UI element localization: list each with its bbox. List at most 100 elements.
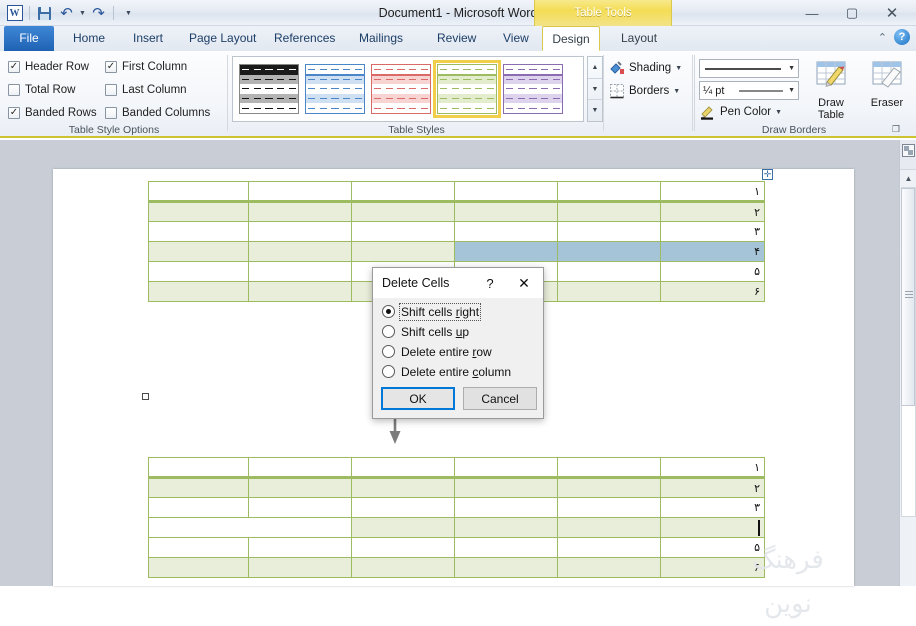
- chevron-down-icon[interactable]: ▼: [675, 65, 682, 72]
- table-row[interactable]: ۳: [148, 221, 765, 242]
- chevron-down-icon[interactable]: ▼: [775, 109, 782, 116]
- table-cell[interactable]: [454, 537, 558, 558]
- table-cell[interactable]: [248, 221, 352, 242]
- table-cell[interactable]: [148, 497, 249, 518]
- checkbox-header-row[interactable]: Header Row: [8, 61, 89, 73]
- line-weight-combo[interactable]: ¼ pt ▼: [699, 81, 799, 100]
- table-style-thumb-red[interactable]: [371, 64, 431, 114]
- table-row[interactable]: ۵: [148, 537, 765, 558]
- table-cell[interactable]: [557, 261, 661, 282]
- vertical-scrollbar[interactable]: ▲: [899, 140, 916, 586]
- checkbox-total-row[interactable]: Total Row: [8, 84, 76, 96]
- table-cell[interactable]: [351, 557, 455, 578]
- ok-button[interactable]: OK: [381, 387, 455, 410]
- table-cell[interactable]: [454, 497, 558, 518]
- row-number-cell[interactable]: ۲: [660, 477, 765, 498]
- table-cell[interactable]: [557, 537, 661, 558]
- checkbox-last-column[interactable]: Last Column: [105, 84, 187, 96]
- table-cell[interactable]: [148, 557, 249, 578]
- table-styles-gallery[interactable]: [232, 56, 584, 122]
- select-browse-object-button[interactable]: [900, 140, 916, 170]
- radio-delete-entire-row[interactable]: Delete entire row: [382, 342, 511, 361]
- table-cell[interactable]: [557, 201, 661, 222]
- table-cell[interactable]: [454, 201, 558, 222]
- table-row-shifted[interactable]: [148, 517, 765, 538]
- table-cell[interactable]: [454, 457, 558, 479]
- table-cell[interactable]: [557, 457, 661, 479]
- table-style-thumb-blue[interactable]: [305, 64, 365, 114]
- table-row-selected[interactable]: ۴: [148, 241, 765, 262]
- pen-color-button[interactable]: Pen Color ▼: [700, 104, 782, 120]
- draw-borders-dialog-launcher[interactable]: ❐: [892, 124, 900, 135]
- table-cell[interactable]: [557, 557, 661, 578]
- table-cell[interactable]: [248, 201, 352, 222]
- table-cell[interactable]: [351, 201, 455, 222]
- table-row[interactable]: ۲: [148, 201, 765, 222]
- table-style-thumb-plain-black[interactable]: [239, 64, 299, 114]
- borders-button[interactable]: Borders ▼: [609, 83, 680, 99]
- chevron-down-icon[interactable]: ▼: [785, 65, 795, 72]
- table-cell[interactable]: [557, 517, 661, 538]
- gallery-more-icon[interactable]: ▼: [588, 100, 602, 121]
- row-number-cell[interactable]: ۳: [660, 221, 765, 242]
- cancel-button[interactable]: Cancel: [463, 387, 537, 410]
- row-number-cell[interactable]: ۶: [660, 281, 765, 302]
- table-style-thumb-purple[interactable]: [503, 64, 563, 114]
- table-row[interactable]: ۱: [148, 457, 765, 479]
- tab-view[interactable]: View: [492, 26, 540, 51]
- table-cell[interactable]: [351, 497, 455, 518]
- delete-cells-dialog[interactable]: Delete Cells ? ✕ Shift cells right Shift…: [372, 267, 544, 419]
- row-number-cell[interactable]: ۱: [660, 457, 765, 479]
- selected-cell[interactable]: [557, 241, 661, 262]
- table-cell[interactable]: [148, 261, 249, 282]
- row-number-cell[interactable]: ۴: [660, 241, 765, 262]
- close-button[interactable]: ✕: [872, 1, 912, 25]
- gallery-scroll-up-icon[interactable]: ▲: [588, 57, 602, 79]
- row-number-cell[interactable]: ۱: [660, 181, 765, 203]
- table-cell[interactable]: [148, 537, 249, 558]
- table-cell[interactable]: [248, 537, 352, 558]
- table-cell[interactable]: [148, 281, 249, 302]
- shading-button[interactable]: Shading ▼: [609, 60, 682, 76]
- table-row[interactable]: ۳: [148, 497, 765, 518]
- tab-home[interactable]: Home: [62, 26, 116, 51]
- minimize-button[interactable]: —: [792, 1, 832, 25]
- table-row[interactable]: ۱: [148, 181, 765, 203]
- table-cell[interactable]: [248, 557, 352, 578]
- table-cell[interactable]: [148, 477, 249, 498]
- table-cell[interactable]: [454, 221, 558, 242]
- gallery-scroll-buttons[interactable]: ▲ ▼ ▼: [587, 56, 603, 122]
- row-number-cell-with-caret[interactable]: [660, 517, 765, 538]
- table-cell[interactable]: [351, 477, 455, 498]
- tab-layout[interactable]: Layout: [610, 26, 668, 51]
- table-cell[interactable]: [557, 281, 661, 302]
- table-cell[interactable]: [248, 497, 352, 518]
- radio-shift-cells-up[interactable]: Shift cells up: [382, 322, 511, 341]
- table-row[interactable]: ۲: [148, 477, 765, 498]
- table-cell[interactable]: [148, 201, 249, 222]
- row-number-cell[interactable]: ۵: [660, 261, 765, 282]
- table-cell[interactable]: [557, 221, 661, 242]
- tab-design[interactable]: Design: [542, 26, 600, 51]
- merged-cell[interactable]: [148, 517, 352, 538]
- table-cell[interactable]: [557, 181, 661, 203]
- checkbox-banded-rows[interactable]: Banded Rows: [8, 107, 97, 119]
- tab-file[interactable]: File: [4, 26, 54, 51]
- table-cell[interactable]: [454, 477, 558, 498]
- draw-table-button[interactable]: Draw Table: [804, 58, 858, 121]
- table-row[interactable]: ۶: [148, 557, 765, 578]
- scroll-up-button[interactable]: ▲: [900, 171, 916, 186]
- line-style-combo[interactable]: ▼: [699, 59, 799, 78]
- table-cell[interactable]: [351, 517, 455, 538]
- table-cell[interactable]: [351, 457, 455, 479]
- table-cell[interactable]: [248, 181, 352, 203]
- tab-page-layout[interactable]: Page Layout: [178, 26, 267, 51]
- chevron-down-icon[interactable]: ▼: [785, 87, 795, 94]
- chevron-down-icon[interactable]: ▼: [673, 88, 680, 95]
- selected-cell[interactable]: [454, 241, 558, 262]
- table-cell[interactable]: [454, 517, 558, 538]
- table-cell[interactable]: [351, 181, 455, 203]
- radio-shift-cells-right[interactable]: Shift cells right: [382, 302, 511, 321]
- table-cell[interactable]: [248, 241, 352, 262]
- checkbox-banded-columns[interactable]: Banded Columns: [105, 107, 210, 119]
